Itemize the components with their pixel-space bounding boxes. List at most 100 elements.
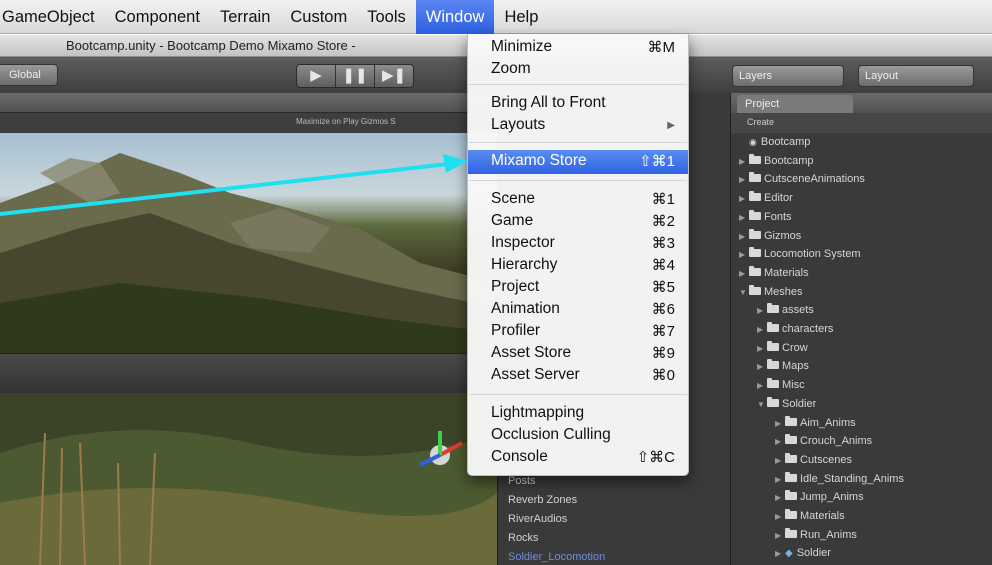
hierarchy-item[interactable]: Posts: [508, 475, 536, 487]
menu-item-hierarchy[interactable]: Hierarchy ⌘4: [468, 254, 688, 276]
project-row[interactable]: ▶ Bootcamp: [739, 152, 814, 171]
play-button[interactable]: ▶: [297, 65, 336, 87]
project-row[interactable]: ▶ Editor: [739, 189, 793, 208]
scene-options-label: Maximize on Play Gizmos S: [296, 117, 396, 126]
project-row[interactable]: ▶ Crouch_Anims: [775, 432, 872, 451]
shortcut-label: ⌘5: [651, 279, 675, 296]
project-row[interactable]: ▶ Run_Anims: [775, 526, 857, 545]
create-button[interactable]: Create: [747, 117, 774, 127]
project-row[interactable]: ▶ Materials: [775, 507, 845, 526]
disclosure-arrow-icon[interactable]: ▶: [775, 470, 785, 489]
folder-icon: [749, 228, 761, 239]
menu-item-mixamo-store[interactable]: Mixamo Store ⇧⌘1: [468, 150, 688, 174]
disclosure-arrow-icon[interactable]: ▼: [757, 395, 767, 414]
menu-gameobject[interactable]: GameObject: [0, 0, 105, 34]
project-row[interactable]: ▶ Aim_Anims: [775, 414, 856, 433]
disclosure-arrow-icon[interactable]: ▶: [757, 376, 767, 395]
menu-item-label: Project: [491, 278, 540, 295]
project-row[interactable]: ▶ Jump_Anims: [775, 488, 864, 507]
project-row[interactable]: ▶ Misc: [757, 376, 805, 395]
disclosure-arrow-icon[interactable]: ▶: [757, 339, 767, 358]
project-panel: Project Create ◉ Bootcamp ▶ Bootcamp ▶ Cutsce…: [730, 93, 992, 565]
disclosure-arrow-icon[interactable]: ▶: [775, 526, 785, 545]
layout-dropdown[interactable]: Layout: [858, 65, 974, 87]
disclosure-arrow-icon[interactable]: ▶: [775, 507, 785, 526]
disclosure-arrow-icon[interactable]: ▶: [757, 357, 767, 376]
disclosure-arrow-icon[interactable]: ▶: [775, 432, 785, 451]
layers-dropdown[interactable]: Layers: [732, 65, 844, 87]
menu-item-label: Scene: [491, 190, 535, 207]
hierarchy-item[interactable]: Reverb Zones: [508, 494, 577, 506]
disclosure-arrow-icon[interactable]: ▶: [775, 544, 785, 563]
menu-separator: [469, 84, 687, 85]
disclosure-arrow-icon[interactable]: ▶: [739, 189, 749, 208]
disclosure-arrow-icon[interactable]: ▶: [739, 152, 749, 171]
disclosure-arrow-icon[interactable]: ▶: [775, 488, 785, 507]
disclosure-arrow-icon[interactable]: ▶: [739, 245, 749, 264]
project-row[interactable]: ▶ Materials: [739, 264, 809, 283]
project-row[interactable]: ▶ Maps: [757, 357, 809, 376]
project-row[interactable]: ▼ Soldier: [757, 395, 816, 414]
menu-item-animation[interactable]: Animation ⌘6: [468, 298, 688, 320]
menu-item-inspector[interactable]: Inspector ⌘3: [468, 232, 688, 254]
pause-button[interactable]: ❚❚: [336, 65, 375, 87]
project-row-label: Soldier: [796, 547, 831, 560]
menu-item-asset-store[interactable]: Asset Store ⌘9: [468, 342, 688, 364]
project-row[interactable]: ▶ characters: [757, 320, 833, 339]
shortcut-label: ⌘M: [647, 39, 676, 56]
project-subbar: Create: [731, 113, 992, 133]
project-row[interactable]: ▶ ◆ Soldier: [775, 544, 831, 563]
disclosure-arrow-icon[interactable]: ▶: [775, 451, 785, 470]
disclosure-arrow-icon[interactable]: ▶: [739, 227, 749, 246]
game-view[interactable]: [0, 393, 497, 565]
menu-item-project[interactable]: Project ⌘5: [468, 276, 688, 298]
menu-item-layouts[interactable]: Layouts ▶: [468, 114, 688, 136]
project-row-label: Meshes: [764, 285, 803, 298]
hierarchy-item[interactable]: Soldier_Locomotion: [508, 551, 605, 563]
disclosure-arrow-icon[interactable]: ▼: [739, 283, 749, 302]
step-button[interactable]: ▶❚: [375, 65, 413, 87]
disclosure-arrow-icon[interactable]: ▶: [757, 320, 767, 339]
menu-item-bring-all-to-front[interactable]: Bring All to Front: [468, 92, 688, 114]
project-row[interactable]: ▶ Idle_Standing_Anims: [775, 470, 904, 489]
menu-item-scene[interactable]: Scene ⌘1: [468, 188, 688, 210]
scene-view[interactable]: [0, 133, 497, 353]
menu-item-profiler[interactable]: Profiler ⌘7: [468, 320, 688, 342]
project-row[interactable]: ◉ Bootcamp: [739, 133, 810, 152]
menu-component[interactable]: Component: [105, 0, 210, 34]
project-row[interactable]: ▶ Fonts: [739, 208, 792, 227]
project-row-label: Materials: [800, 510, 845, 522]
hierarchy-item[interactable]: RiverAudios: [508, 513, 567, 525]
menu-custom[interactable]: Custom: [280, 0, 357, 34]
menu-help[interactable]: Help: [494, 0, 548, 34]
hierarchy-item[interactable]: Rocks: [508, 532, 539, 544]
menu-item-minimize[interactable]: Minimize ⌘M: [468, 36, 688, 58]
menu-item-asset-server[interactable]: Asset Server ⌘0: [468, 364, 688, 386]
tab-project[interactable]: Project: [737, 95, 853, 113]
project-row[interactable]: ▶ CutsceneAnimations: [739, 170, 865, 189]
menu-item-console[interactable]: Console ⇧⌘C: [468, 446, 688, 468]
disclosure-arrow-icon[interactable]: ▶: [775, 414, 785, 433]
menu-item-zoom[interactable]: Zoom: [468, 58, 688, 80]
project-row[interactable]: ▶ Cutscenes: [775, 451, 852, 470]
prefab-icon: ◆: [785, 548, 793, 560]
project-row-label: Gizmos: [764, 229, 802, 242]
playback-controls: ▶ ❚❚ ▶❚: [296, 64, 414, 88]
project-row[interactable]: ▶ Locomotion System: [739, 245, 861, 264]
menu-item-lightmapping[interactable]: Lightmapping: [468, 402, 688, 424]
project-row[interactable]: ▼ Meshes: [739, 283, 803, 302]
disclosure-arrow-icon[interactable]: ▶: [757, 301, 767, 320]
disclosure-arrow-icon[interactable]: ▶: [739, 170, 749, 189]
project-row[interactable]: ▶ Crow: [757, 339, 808, 358]
global-toggle[interactable]: Global: [0, 64, 58, 86]
menu-separator: [469, 142, 687, 143]
menu-item-game[interactable]: Game ⌘2: [468, 210, 688, 232]
project-row[interactable]: ▶ Gizmos: [739, 227, 801, 246]
menu-window[interactable]: Window: [415, 0, 495, 34]
disclosure-arrow-icon[interactable]: ▶: [739, 208, 749, 227]
menu-tools[interactable]: Tools: [357, 0, 416, 34]
menu-terrain[interactable]: Terrain: [210, 0, 280, 34]
disclosure-arrow-icon[interactable]: ▶: [739, 264, 749, 283]
menu-item-occlusion-culling[interactable]: Occlusion Culling: [468, 424, 688, 446]
project-row[interactable]: ▶ assets: [757, 301, 814, 320]
